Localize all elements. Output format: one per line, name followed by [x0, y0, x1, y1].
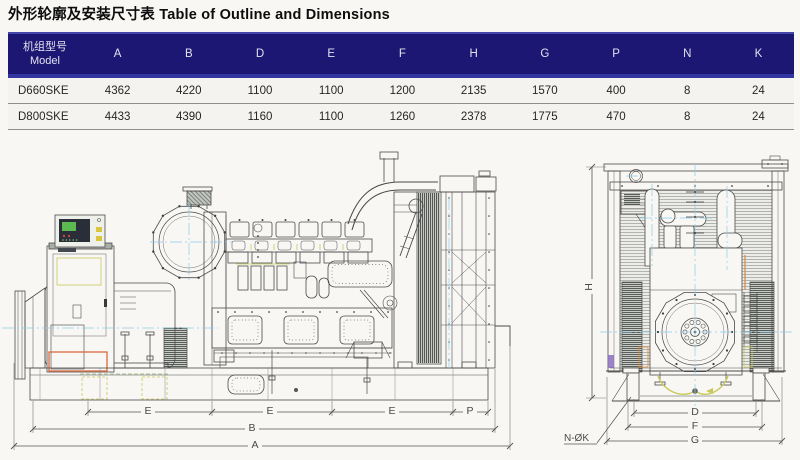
col-header-n: N	[652, 48, 723, 60]
value-cell: 4220	[153, 85, 224, 97]
value-cell: 1260	[367, 111, 438, 123]
engine-assembly	[204, 152, 438, 394]
dim-label-d: D	[691, 406, 699, 418]
model-header-en: Model	[8, 54, 82, 68]
table-row: D660SKE 4362 4220 1100 1100 1200 2135 15…	[8, 78, 794, 104]
col-header-p: P	[580, 48, 651, 60]
value-cell: 1160	[224, 111, 295, 123]
dim-label-p: P	[466, 405, 473, 417]
col-header-b: B	[153, 48, 224, 60]
dim-label-e1: E	[144, 405, 151, 417]
value-cell: 4433	[82, 111, 153, 123]
value-cell: 1100	[296, 85, 367, 97]
value-cell: 8	[652, 85, 723, 97]
value-cell: 1775	[509, 111, 580, 123]
value-cell: 1100	[296, 111, 367, 123]
value-cell: 400	[580, 85, 651, 97]
value-cell: 1200	[367, 85, 438, 97]
base-frame	[30, 368, 488, 400]
dim-label-b: B	[248, 422, 255, 434]
alternator-end-housing	[650, 248, 742, 375]
col-header-e: E	[296, 48, 367, 60]
col-header-f: F	[367, 48, 438, 60]
model-header-zh: 机组型号	[8, 40, 82, 54]
value-cell: 2378	[438, 111, 509, 123]
dim-label-f: F	[692, 420, 698, 432]
control-panel	[55, 215, 105, 247]
end-view-drawing: H D F G N-ØK	[564, 156, 792, 446]
value-cell: 470	[580, 111, 651, 123]
dim-label-a: A	[251, 439, 258, 451]
technical-drawings: E E E P B A	[0, 128, 800, 460]
page: 外形轮廓及安装尺寸表 Table of Outline and Dimensio…	[0, 0, 800, 460]
table-header-row: 机组型号 Model A B D E F H G P N K	[8, 32, 794, 78]
dim-label-e2: E	[266, 405, 273, 417]
value-cell: 8	[652, 111, 723, 123]
lcd-screen	[62, 222, 76, 231]
page-title: 外形轮廓及安装尺寸表 Table of Outline and Dimensio…	[8, 3, 390, 24]
model-cell: D660SKE	[8, 85, 82, 97]
value-cell: 4362	[82, 85, 153, 97]
col-header-g: G	[509, 48, 580, 60]
value-cell: 24	[723, 111, 794, 123]
col-header-d: D	[224, 48, 295, 60]
dim-label-g: G	[691, 434, 699, 446]
value-cell: 1100	[224, 85, 295, 97]
drawing-canvas: E E E P B A	[0, 128, 800, 460]
model-cell: D800SKE	[8, 111, 82, 123]
col-header-a: A	[82, 48, 153, 60]
value-cell: 1570	[509, 85, 580, 97]
table-row: D800SKE 4433 4390 1160 1100 1260 2378 17…	[8, 104, 794, 130]
col-header-model: 机组型号 Model	[8, 40, 82, 69]
dimensions-table: 机组型号 Model A B D E F H G P N K D660SKE 4…	[8, 32, 794, 130]
dim-label-mounting-holes: N-ØK	[564, 433, 589, 444]
dim-label-e3: E	[388, 405, 395, 417]
dim-label-h: H	[583, 283, 595, 291]
col-header-h: H	[438, 48, 509, 60]
value-cell: 4390	[153, 111, 224, 123]
col-header-k: K	[723, 48, 794, 60]
value-cell: 2135	[438, 85, 509, 97]
value-cell: 24	[723, 85, 794, 97]
control-cabinet	[47, 243, 114, 372]
side-view-drawing: E E E P B A	[2, 152, 513, 451]
service-ladder	[744, 292, 757, 352]
